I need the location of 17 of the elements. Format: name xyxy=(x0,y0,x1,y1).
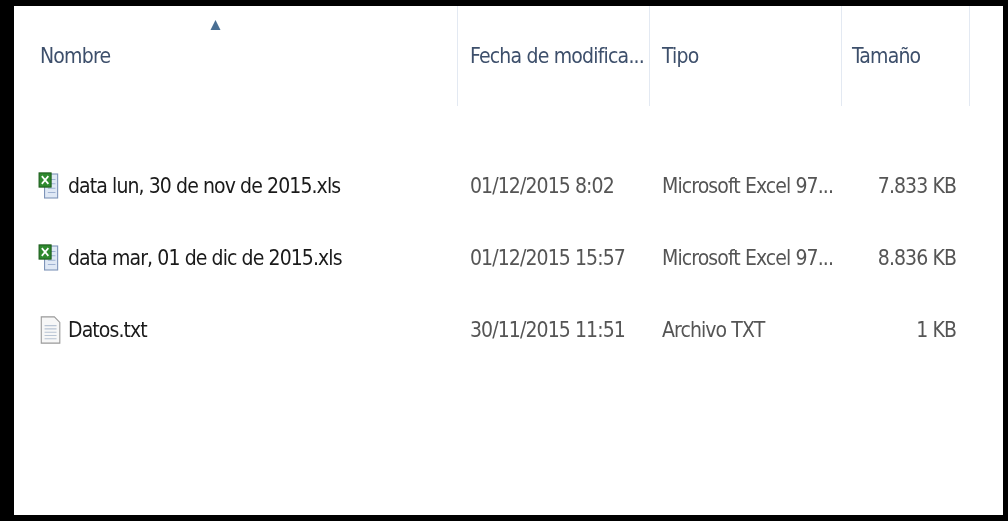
column-header[interactable]: Fecha de modifica... xyxy=(458,6,650,106)
column-header[interactable]: Nombre xyxy=(26,6,458,106)
table-cell: Archivo TXT xyxy=(662,318,765,342)
file-name[interactable]: data mar, 01 de dic de 2015.xls xyxy=(68,246,342,270)
table-cell: 8.836 KB xyxy=(877,246,956,270)
table-cell: 7.833 KB xyxy=(877,174,956,198)
table-cell: 30/11/2015 11:51 xyxy=(470,318,625,342)
column-header[interactable]: Tipo xyxy=(650,6,842,106)
table-cell: Microsoft Excel 97... xyxy=(662,246,833,270)
text-file-icon xyxy=(38,315,62,345)
column-header[interactable]: Tamaño xyxy=(842,6,970,106)
file-name[interactable]: Datos.txt xyxy=(68,318,147,342)
table-cell: 01/12/2015 8:02 xyxy=(470,174,614,198)
table-cell: Microsoft Excel 97... xyxy=(662,174,833,198)
table-cell: 1 KB xyxy=(916,318,956,342)
table-cell: 01/12/2015 15:57 xyxy=(470,246,625,270)
file-name[interactable]: data lun, 30 de nov de 2015.xls xyxy=(68,174,341,198)
